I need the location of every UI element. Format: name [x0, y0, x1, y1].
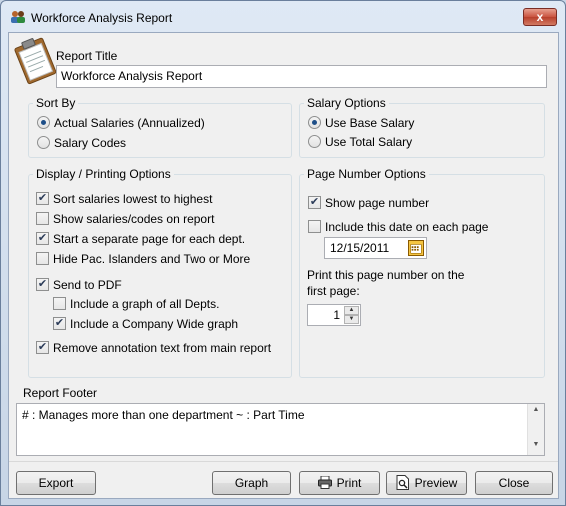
sort-salary-codes-radio[interactable]: Salary Codes	[37, 136, 126, 152]
checkbox-label: Include a graph of all Depts.	[70, 297, 220, 311]
spin-down-icon[interactable]: ▼	[344, 315, 359, 324]
checkbox-label: Remove annotation text from main report	[53, 341, 272, 355]
first-page-number-spinner[interactable]: 1 ▲ ▼	[307, 304, 361, 326]
checkbox-indicator	[53, 297, 66, 311]
preview-button-label: Preview	[414, 476, 458, 490]
checkbox-label: Include this date on each page	[325, 220, 489, 234]
checkbox-label: Hide Pac. Islanders and Two or More	[53, 252, 251, 266]
radio-indicator	[308, 116, 321, 130]
checkbox-indicator	[36, 278, 49, 292]
separate-page-checkbox[interactable]: Start a separate page for each dept.	[36, 232, 245, 248]
checkbox-indicator	[308, 220, 321, 234]
window-title: Workforce Analysis Report	[31, 11, 173, 25]
include-date-checkbox[interactable]: Include this date on each page	[308, 220, 488, 236]
checkbox-label: Include a Company Wide graph	[70, 317, 239, 331]
display-printing-group: Display / Printing Options Sort salaries…	[28, 167, 292, 378]
sort-lowest-checkbox[interactable]: Sort salaries lowest to highest	[36, 192, 212, 208]
checkbox-indicator	[36, 232, 49, 246]
graph-all-depts-checkbox[interactable]: Include a graph of all Depts.	[53, 297, 219, 313]
first-page-number-value: 1	[333, 308, 340, 322]
company-wide-graph-checkbox[interactable]: Include a Company Wide graph	[53, 317, 238, 333]
dialog-body: Report Title Workforce Analysis Report S…	[8, 32, 559, 499]
salary-options-label: Salary Options	[304, 96, 389, 110]
use-base-salary-radio[interactable]: Use Base Salary	[308, 116, 414, 132]
calendar-icon[interactable]	[408, 240, 424, 256]
close-button[interactable]: Close	[475, 471, 553, 495]
first-page-label-line1: Print this page number on the	[307, 268, 465, 282]
radio-indicator	[37, 136, 50, 150]
checkbox-label: Show page number	[325, 196, 430, 210]
radio-label: Use Base Salary	[325, 116, 415, 130]
window-close-button[interactable]: x	[523, 8, 557, 26]
show-salaries-codes-checkbox[interactable]: Show salaries/codes on report	[36, 212, 214, 228]
report-dialog-window: Workforce Analysis Report x Report Title…	[0, 0, 566, 506]
radio-label: Use Total Salary	[325, 135, 413, 149]
checkbox-indicator	[53, 317, 66, 331]
radio-indicator	[308, 135, 321, 149]
page-number-label: Page Number Options	[304, 167, 429, 181]
checkbox-indicator	[36, 252, 49, 266]
radio-indicator	[37, 116, 50, 130]
export-button[interactable]: Export	[16, 471, 96, 495]
show-page-number-checkbox[interactable]: Show page number	[308, 196, 429, 212]
report-title-label: Report Title	[56, 49, 118, 63]
radio-label: Salary Codes	[54, 136, 127, 150]
checkbox-indicator	[36, 212, 49, 226]
use-total-salary-radio[interactable]: Use Total Salary	[308, 135, 412, 151]
preview-button[interactable]: Preview	[386, 471, 467, 495]
graph-button[interactable]: Graph	[212, 471, 291, 495]
report-footer-label: Report Footer	[23, 386, 98, 400]
clipboard-icon	[14, 37, 57, 85]
sort-by-group: Sort By Actual Salaries (Annualized) Sal…	[28, 96, 292, 158]
printer-icon	[317, 475, 332, 490]
spin-up-icon[interactable]: ▲	[344, 306, 359, 315]
send-to-pdf-checkbox[interactable]: Send to PDF	[36, 278, 122, 294]
scroll-down-icon[interactable]: ▼	[528, 441, 544, 448]
radio-label: Actual Salaries (Annualized)	[54, 116, 205, 130]
display-printing-label: Display / Printing Options	[33, 167, 174, 181]
page-date-picker[interactable]: 12/15/2011	[324, 237, 427, 259]
report-footer-textarea[interactable]: # : Manages more than one department ~ :…	[16, 403, 545, 456]
checkbox-label: Send to PDF	[53, 278, 122, 292]
spinner-buttons: ▲ ▼	[344, 306, 359, 324]
sort-by-label: Sort By	[33, 96, 79, 110]
people-icon	[11, 11, 25, 23]
sort-actual-salaries-radio[interactable]: Actual Salaries (Annualized)	[37, 116, 205, 132]
salary-options-group: Salary Options Use Base Salary Use Total…	[299, 96, 545, 158]
first-page-label-line2: first page:	[307, 284, 360, 298]
page-date-value: 12/15/2011	[330, 241, 390, 255]
checkbox-label: Show salaries/codes on report	[53, 212, 215, 226]
hide-pac-islanders-checkbox[interactable]: Hide Pac. Islanders and Two or More	[36, 252, 250, 268]
checkbox-indicator	[36, 192, 49, 206]
remove-annotation-checkbox[interactable]: Remove annotation text from main report	[36, 341, 271, 357]
checkbox-indicator	[308, 196, 321, 210]
title-bar[interactable]: Workforce Analysis Report x	[1, 1, 565, 31]
checkbox-label: Start a separate page for each dept.	[53, 232, 246, 246]
checkbox-indicator	[36, 341, 49, 355]
print-button-label: Print	[336, 476, 362, 490]
print-button[interactable]: Print	[299, 471, 380, 495]
button-separator	[9, 461, 558, 462]
document-preview-icon	[396, 475, 409, 491]
report-footer-text: # : Manages more than one department ~ :…	[22, 408, 305, 422]
checkbox-label: Sort salaries lowest to highest	[53, 192, 213, 206]
footer-scrollbar[interactable]: ▲ ▼	[527, 404, 544, 455]
report-title-input[interactable]: Workforce Analysis Report	[56, 65, 547, 88]
scroll-up-icon[interactable]: ▲	[528, 406, 544, 413]
